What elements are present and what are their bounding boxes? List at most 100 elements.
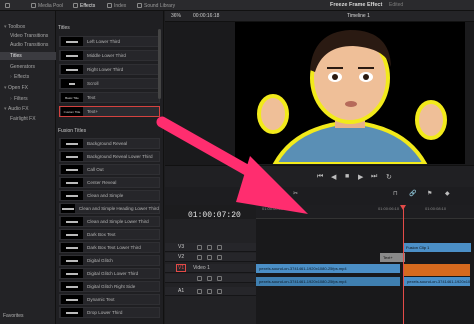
title-label: Dark Box Text Lower Third (87, 245, 141, 250)
fusion-title-item[interactable]: Digital Glitch Lower Third (59, 268, 160, 279)
tree-label: Toolbox (8, 24, 26, 30)
fusion-title-item[interactable]: Call Out (59, 164, 160, 175)
tree-item-fairlight-fx[interactable]: Fairlight FX (0, 115, 56, 123)
video-clip[interactable]: pexels-sound-on-3741461-1920x1080-25fps.… (256, 264, 400, 273)
lock-icon[interactable] (197, 289, 202, 294)
title-item-middle-lower-third[interactable]: Middle Lower Third (59, 50, 160, 61)
play-reverse-icon[interactable]: ◀ (331, 173, 336, 181)
fusion-title-item[interactable]: Dark Box Text (59, 229, 160, 240)
tree-item-filters[interactable]: › Filters (0, 95, 56, 103)
freeze-clip-thumbnails[interactable] (404, 264, 470, 276)
fusion-title-item[interactable]: Dark Box Text Lower Third (59, 242, 160, 253)
tree-item-toolbox[interactable]: ▾Toolbox (0, 23, 56, 31)
title-item-left-lower-third[interactable]: Left Lower Third (59, 36, 160, 47)
title-label: Clean and Simple Lower Third (87, 219, 149, 224)
fusion-title-item[interactable]: Background Reveal Lower Third (59, 151, 160, 162)
lock-icon[interactable] (197, 276, 202, 281)
tree-item-generators[interactable]: Generators (0, 63, 56, 71)
playhead[interactable] (403, 205, 404, 324)
track-name: V2 (178, 254, 185, 260)
go-to-end-icon[interactable]: ⏭ (371, 173, 377, 181)
fusion-title-item[interactable]: Digital Glitch Right Side (59, 281, 160, 292)
lock-icon[interactable] (197, 245, 202, 250)
title-thumbnail (61, 139, 83, 148)
lock-icon[interactable] (197, 255, 202, 260)
track-header-v3[interactable]: V3 (165, 243, 256, 252)
fusion-title-item[interactable]: Clean and Simple Heading Lower Third (59, 203, 160, 214)
fusion-title-item[interactable]: Clean and Simple (59, 190, 160, 201)
flag-icon[interactable]: ⚑ (427, 190, 432, 197)
audio-clip[interactable]: pexels-sound-on-3741461-1920x1080-25fps.… (256, 277, 400, 286)
zoom-level[interactable]: 36% (171, 13, 181, 19)
title-thumbnail (61, 295, 83, 304)
titles-scrollbar[interactable] (158, 29, 161, 99)
disable-track-icon[interactable] (217, 276, 222, 281)
link-icon[interactable]: 🔗 (409, 190, 416, 197)
fusion-title-item[interactable]: Clean and Simple Lower Third (59, 216, 160, 227)
title-thumbnail (61, 178, 83, 187)
title-item-scroll[interactable]: Scroll (59, 78, 160, 89)
snapping-icon[interactable]: ⊓ (393, 190, 398, 197)
title-thumbnail (61, 217, 83, 226)
title-item-text[interactable]: Basic Title Text (59, 92, 160, 103)
title-label: Text+ (87, 109, 99, 114)
tree-item-audio-fx[interactable]: ▾Audio FX (0, 105, 56, 113)
tree-label: Titles (10, 53, 22, 59)
title-item-text-plus[interactable]: Custom Title Text+ (59, 106, 160, 117)
tree-label: Generators (10, 64, 36, 70)
panel-toggle-button[interactable] (2, 1, 13, 10)
tree-item-titles[interactable]: Titles (0, 52, 56, 60)
disable-track-icon[interactable] (217, 245, 222, 250)
title-label: Dynamic Text (87, 297, 115, 302)
play-icon[interactable]: ▶ (358, 173, 363, 181)
fusion-title-item[interactable]: Center Reveal (59, 177, 160, 188)
auto-select-icon[interactable] (207, 255, 212, 260)
title-thumbnail (61, 308, 83, 317)
track-name: V3 (178, 244, 185, 250)
title-item-right-lower-third[interactable]: Right Lower Third (59, 64, 160, 75)
auto-select-icon[interactable] (207, 289, 212, 294)
track-header-v1[interactable]: V1 Video 1 (165, 264, 256, 273)
text-plus-clip[interactable]: Text+ (380, 253, 405, 262)
tree-item-audio-transitions[interactable]: Audio Transitions (0, 41, 56, 49)
tree-item-open-fx[interactable]: ▾Open FX (0, 84, 56, 92)
effects-icon (73, 3, 78, 8)
tree-label: Audio Transitions (10, 42, 49, 48)
stop-icon[interactable]: ■ (345, 173, 349, 180)
index-icon (107, 3, 112, 8)
title-thumbnail (61, 269, 83, 278)
disable-track-icon[interactable] (217, 255, 222, 260)
annotation-arrow-icon (156, 116, 308, 214)
tree-label: Fairlight FX (10, 116, 36, 122)
fusion-clip[interactable]: Fusion Clip 1 (403, 243, 471, 252)
title-label: Scroll (87, 81, 99, 86)
effects-button[interactable]: Effects (70, 1, 98, 10)
auto-select-icon[interactable] (207, 245, 212, 250)
audio-clip-right[interactable]: pexels-sound-on-3741461-1920x1080-25fps.… (404, 277, 470, 286)
fusion-title-item[interactable]: Digital Glitch (59, 255, 160, 266)
titles-section-header: Titles (58, 25, 70, 31)
mute-icon[interactable] (217, 289, 222, 294)
title-thumbnail (61, 230, 83, 239)
track-header-v1-controls[interactable] (165, 274, 256, 283)
fusion-title-item[interactable]: Dynamic Text (59, 294, 160, 305)
favorites-label[interactable]: Favorites (3, 313, 24, 319)
tree-label: Filters (14, 96, 28, 102)
fusion-title-item[interactable]: Background Reveal (59, 138, 160, 149)
tree-item-video-transitions[interactable]: Video Transitions (0, 32, 56, 40)
timeline-selector[interactable]: Timeline 1 (347, 13, 370, 19)
media-pool-button[interactable]: Media Pool (28, 1, 66, 10)
sound-library-icon (137, 3, 142, 8)
index-button[interactable]: Index (104, 1, 129, 10)
marker-icon[interactable]: ◆ (445, 190, 450, 197)
effects-label: Effects (80, 2, 96, 9)
loop-icon[interactable]: ↻ (386, 173, 392, 181)
track-header-v2[interactable]: V2 (165, 253, 256, 262)
sound-library-button[interactable]: Sound Library (134, 1, 178, 10)
fusion-title-item[interactable]: Drop Lower Third (59, 307, 160, 318)
track-header-a1[interactable]: A1 (165, 287, 256, 296)
tree-label: Open FX (8, 85, 29, 91)
auto-select-icon[interactable] (207, 276, 212, 281)
tree-item-effects[interactable]: › Effects (0, 73, 56, 81)
title-thumbnail (61, 256, 83, 265)
